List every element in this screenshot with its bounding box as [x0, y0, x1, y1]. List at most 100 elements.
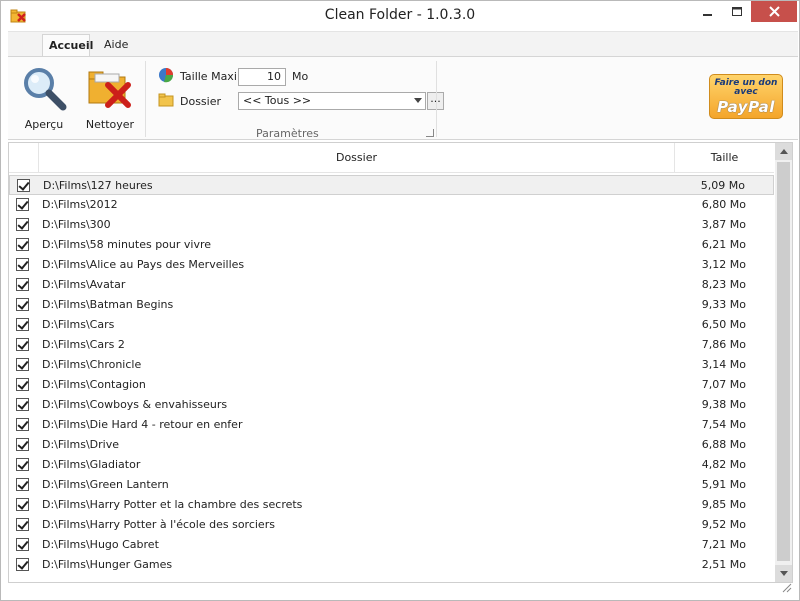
scroll-thumb[interactable] [777, 162, 790, 561]
row-path: D:\Films\Green Lantern [42, 478, 169, 491]
scroll-down-button[interactable] [775, 565, 792, 582]
row-checkbox[interactable] [17, 179, 30, 192]
table-row[interactable]: D:\Films\Hunger Games 2,51 Mo [9, 555, 774, 575]
row-checkbox[interactable] [16, 358, 29, 371]
row-size: 5,09 Mo [700, 179, 745, 192]
arrow-up-icon [779, 149, 788, 154]
header-check[interactable] [9, 143, 39, 173]
scroll-up-button[interactable] [775, 143, 792, 160]
table-row[interactable]: D:\Films\300 3,87 Mo [9, 215, 774, 235]
table-row[interactable]: D:\Films\Cowboys & envahisseurs 9,38 Mo [9, 395, 774, 415]
table-row[interactable]: D:\Films\Die Hard 4 - retour en enfer 7,5… [9, 415, 774, 435]
maximize-button[interactable] [722, 1, 752, 22]
list-rows: D:\Films\127 heures 5,09 Mo D:\Films\2012 6… [9, 175, 774, 575]
row-checkbox[interactable] [16, 458, 29, 471]
row-path: D:\Films\Cars [42, 318, 115, 331]
clean-button[interactable]: Nettoyer [82, 65, 138, 131]
row-checkbox[interactable] [16, 258, 29, 271]
row-checkbox[interactable] [16, 418, 29, 431]
row-path: D:\Films\Cowboys & envahisseurs [42, 398, 228, 411]
row-size: 7,86 Mo [701, 338, 746, 351]
ribbon-separator [436, 61, 437, 137]
row-checkbox[interactable] [16, 498, 29, 511]
tab-accueil[interactable]: Accueil [42, 34, 93, 58]
row-checkbox[interactable] [16, 438, 29, 451]
row-checkbox[interactable] [16, 378, 29, 391]
table-row[interactable]: D:\Films\Harry Potter à l'école des sorc… [9, 515, 774, 535]
table-row[interactable]: D:\Films\58 minutes pour vivre 6,21 Mo [9, 235, 774, 255]
title-bar: Clean Folder - 1.0.3.0 [1, 1, 799, 31]
pie-chart-icon [158, 67, 174, 86]
row-checkbox[interactable] [16, 198, 29, 211]
preview-label: Aperçu [24, 118, 64, 131]
row-size: 7,54 Mo [701, 418, 746, 431]
window-title: Clean Folder - 1.0.3.0 [324, 7, 476, 23]
row-checkbox[interactable] [16, 278, 29, 291]
table-row[interactable]: D:\Films\Batman Begins 9,33 Mo [9, 295, 774, 315]
table-row[interactable]: D:\Films\Chronicle 3,14 Mo [9, 355, 774, 375]
paypal-logo: PayPal [717, 98, 775, 116]
row-size: 3,87 Mo [701, 218, 746, 231]
max-size-label: Taille Maxi [180, 70, 237, 83]
header-folder[interactable]: Dossier [39, 143, 675, 173]
table-row[interactable]: D:\Films\127 heures 5,09 Mo [9, 175, 774, 195]
table-row[interactable]: D:\Films\Harry Potter et la chambre des … [9, 495, 774, 515]
vertical-scrollbar[interactable] [775, 143, 792, 582]
row-size: 3,12 Mo [701, 258, 746, 271]
ribbon-panel: Aperçu Nettoyer Taille Maxi 10 Mo Dossie… [8, 56, 798, 140]
row-checkbox[interactable] [16, 338, 29, 351]
row-size: 8,23 Mo [701, 278, 746, 291]
row-checkbox[interactable] [16, 218, 29, 231]
row-path: D:\Films\127 heures [43, 179, 153, 192]
table-row[interactable]: D:\Films\Drive 6,88 Mo [9, 435, 774, 455]
row-path: D:\Films\Alice au Pays des Merveilles [42, 258, 245, 271]
list-header: Dossier Taille [9, 143, 774, 173]
row-path: D:\Films\Harry Potter à l'école des sorc… [42, 518, 275, 531]
table-row[interactable]: D:\Films\2012 6,80 Mo [9, 195, 774, 215]
row-size: 9,85 Mo [701, 498, 746, 511]
resize-grip-icon[interactable] [782, 583, 792, 593]
table-row[interactable]: D:\Films\Gladiator 4,82 Mo [9, 455, 774, 475]
table-row[interactable]: D:\Films\Avatar 8,23 Mo [9, 275, 774, 295]
dialog-launcher-icon[interactable] [426, 129, 434, 137]
paypal-caption: Faire un don avec [714, 78, 778, 97]
table-row[interactable]: D:\Films\Green Lantern 5,91 Mo [9, 475, 774, 495]
minimize-button[interactable] [693, 1, 723, 22]
row-checkbox[interactable] [16, 398, 29, 411]
row-checkbox[interactable] [16, 298, 29, 311]
row-checkbox[interactable] [16, 538, 29, 551]
table-row[interactable]: D:\Films\Cars 6,50 Mo [9, 315, 774, 335]
chevron-down-icon[interactable] [414, 98, 422, 103]
folder-select[interactable]: << Tous >> [238, 92, 426, 110]
row-checkbox[interactable] [16, 518, 29, 531]
table-row[interactable]: D:\Films\Hugo Cabret 7,21 Mo [9, 535, 774, 555]
row-checkbox[interactable] [16, 238, 29, 251]
row-path: D:\Films\Drive [42, 438, 119, 451]
table-row[interactable]: D:\Films\Contagion 7,07 Mo [9, 375, 774, 395]
table-row[interactable]: D:\Films\Cars 2 7,86 Mo [9, 335, 774, 355]
row-size: 9,52 Mo [701, 518, 746, 531]
paypal-donate-button[interactable]: Faire un don avec PayPal [709, 74, 783, 119]
folder-row: Dossier << Tous >> ... [158, 92, 444, 110]
row-path: D:\Films\Gladiator [42, 458, 141, 471]
row-path: D:\Films\300 [42, 218, 111, 231]
row-size: 6,80 Mo [701, 198, 746, 211]
row-size: 3,14 Mo [701, 358, 746, 371]
table-row[interactable]: D:\Films\Alice au Pays des Merveilles 3,1… [9, 255, 774, 275]
tab-aide[interactable]: Aide [98, 34, 134, 58]
row-path: D:\Films\2012 [42, 198, 118, 211]
clean-label: Nettoyer [85, 118, 135, 131]
row-size: 7,07 Mo [701, 378, 746, 391]
close-button[interactable] [751, 1, 797, 22]
folder-select-value: << Tous >> [243, 94, 312, 107]
folder-delete-icon [86, 71, 134, 114]
row-checkbox[interactable] [16, 318, 29, 331]
preview-button[interactable]: Aperçu [16, 65, 72, 131]
row-checkbox[interactable] [16, 558, 29, 571]
row-checkbox[interactable] [16, 478, 29, 491]
row-path: D:\Films\Hunger Games [42, 558, 173, 571]
folder-icon [158, 93, 174, 110]
row-path: D:\Films\Contagion [42, 378, 146, 391]
header-size[interactable]: Taille [675, 143, 774, 173]
max-size-input[interactable]: 10 [238, 67, 286, 86]
